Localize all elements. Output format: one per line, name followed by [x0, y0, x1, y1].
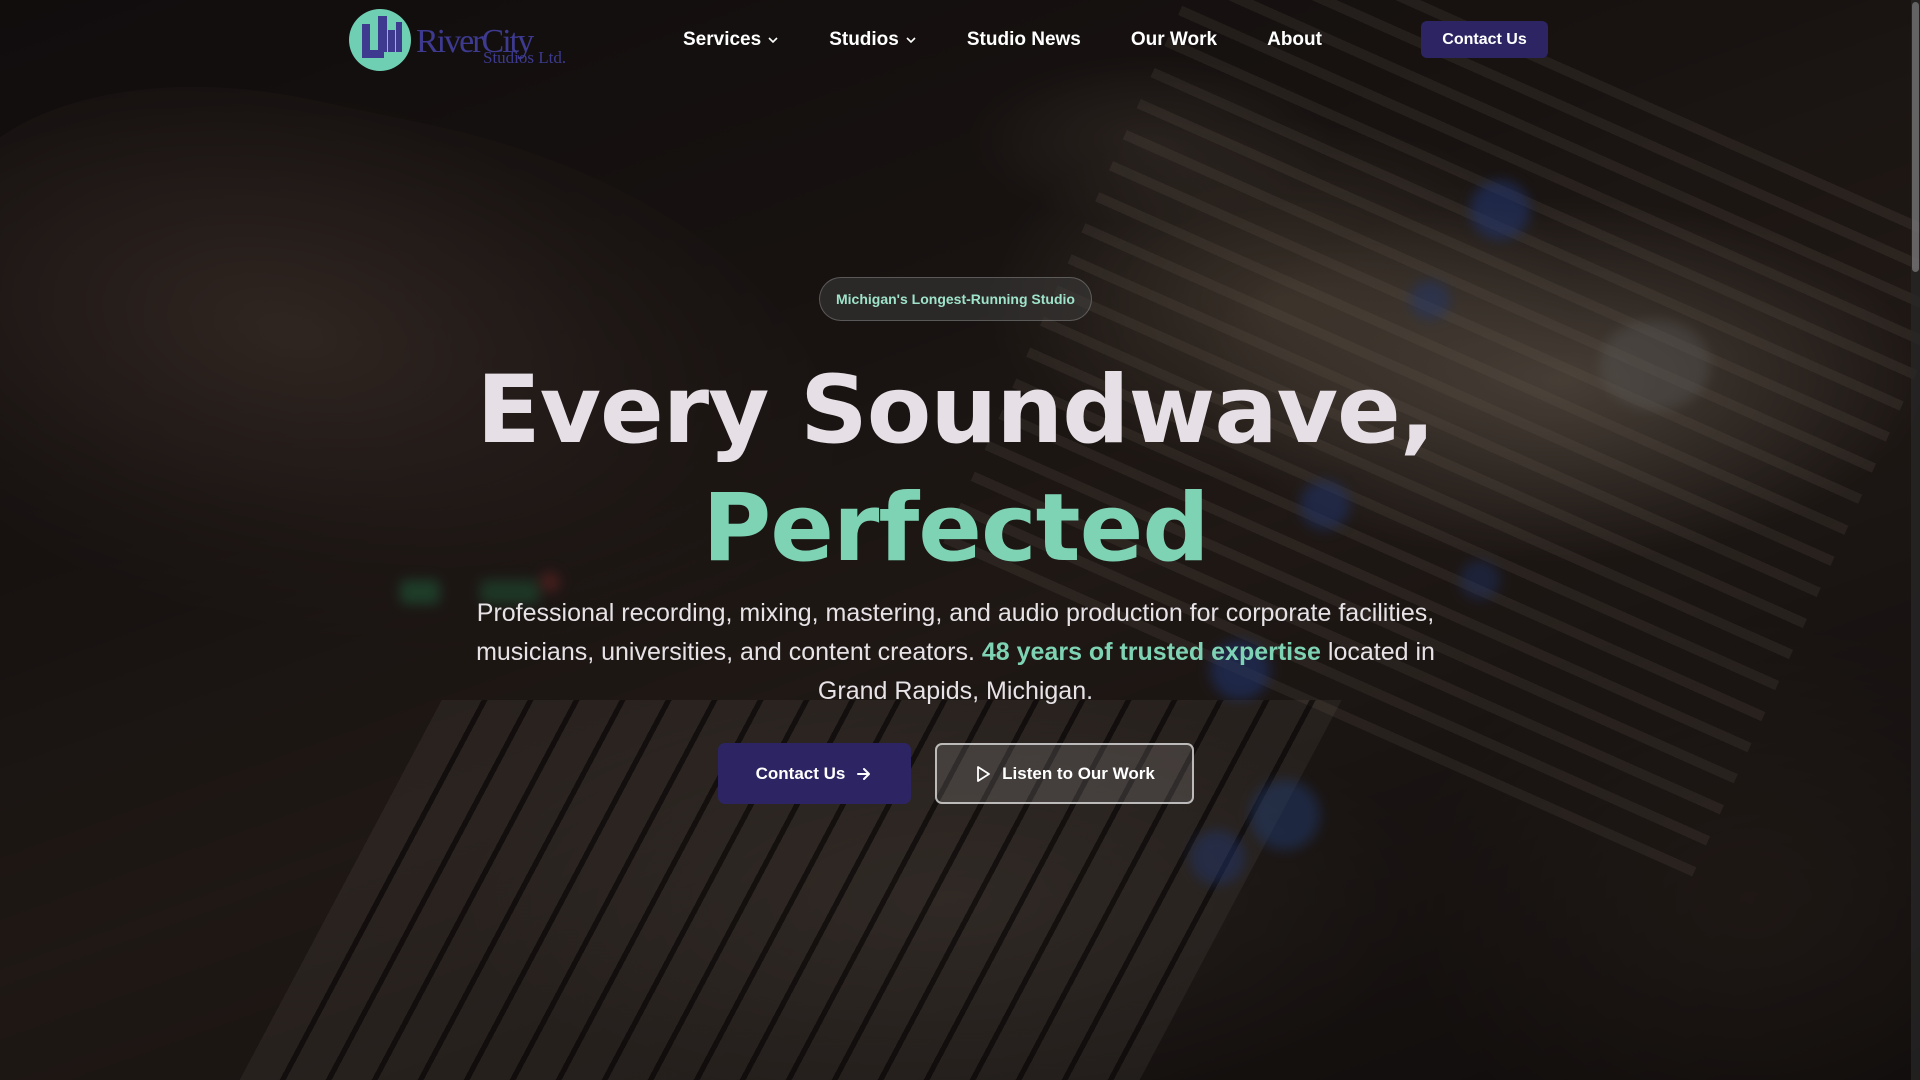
- listen-button[interactable]: Listen to Our Work: [935, 743, 1194, 804]
- arrow-right-icon: [857, 767, 871, 780]
- top-navigation: RiverCity Studios Ltd. Services Studios …: [0, 0, 1920, 80]
- description-highlight: 48 years of trusted expertise: [981, 638, 1321, 666]
- logo-mark-icon: RiverCity Studios Ltd.: [349, 9, 566, 71]
- nav-item-about[interactable]: About: [1267, 26, 1322, 54]
- chevron-down-icon: [768, 37, 778, 44]
- nav-item-label: About: [1267, 29, 1322, 50]
- page: RiverCity Studios Ltd. Services Studios …: [0, 0, 1920, 1080]
- nav-item-studio-news[interactable]: Studio News: [967, 26, 1081, 54]
- nav-item-services[interactable]: Services: [683, 26, 779, 54]
- hero-badge: Michigan's Longest-Running Studio: [819, 277, 1092, 321]
- play-icon: [977, 765, 991, 782]
- listen-label: Listen to Our Work: [1002, 763, 1155, 783]
- nav-item-label: Studio News: [966, 29, 1081, 50]
- hero-description: Professional recording, mixing, masterin…: [470, 594, 1441, 711]
- headline-line-1: Every Soundwave,: [476, 356, 1435, 465]
- nav-item-label: Our Work: [1130, 29, 1218, 50]
- chevron-down-icon: [906, 37, 916, 44]
- nav-item-our-work[interactable]: Our Work: [1131, 26, 1217, 54]
- nav-item-label: Studios: [829, 29, 899, 50]
- nav-item-studios[interactable]: Studios: [829, 26, 917, 54]
- site-logo[interactable]: RiverCity Studios Ltd.: [348, 8, 588, 72]
- nav-links: Services Studios Studio News Our Work Ab…: [683, 26, 1322, 54]
- nav-item-label: Services: [683, 29, 762, 50]
- headline-line-2: Perfected: [702, 474, 1209, 583]
- hero-headline: Every Soundwave, Perfected: [0, 352, 1911, 588]
- scrollbar-thumb[interactable]: [1912, 2, 1919, 272]
- page-scrollbar[interactable]: [1911, 0, 1920, 1080]
- hero-contact-button[interactable]: Contact Us: [718, 743, 911, 804]
- logo-text-sub: Studios Ltd.: [483, 48, 566, 67]
- nav-contact-button[interactable]: Contact Us: [1421, 21, 1548, 58]
- hero-contact-label: Contact Us: [755, 763, 846, 783]
